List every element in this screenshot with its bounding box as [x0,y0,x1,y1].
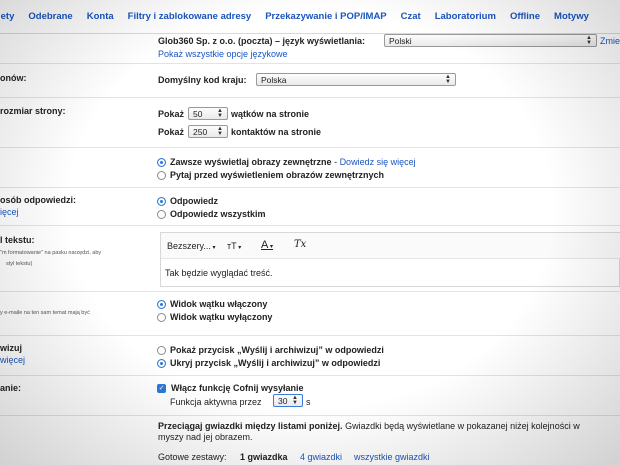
send-archive-row: wizuj więcej Pokaż przycisk „Wyślij i ar… [0,336,620,376]
stars-presets-label: Gotowe zestawy: [158,452,227,462]
language-label: Glob360 Sp. z o.o. (poczta) – język wyśw… [158,36,366,46]
undo-send-period-select[interactable]: 30 ▲ ▼ [273,394,303,407]
format-toolbar: Bezszery... ▾ тT ▾ A ▾ Tx [161,233,620,259]
stars-description-rest: Gwiazdki będą wyświetlane w pokazanej ni… [345,421,580,431]
preset-all-stars[interactable]: wszystkie gwiazdki [354,452,430,462]
show-send-archive-label: Pokaż przycisk „Wyślij i archiwizuj” w o… [170,345,384,355]
text-style-hint-1: "m formatowanie" na pasku narzędzi, aby [0,250,102,256]
tab-chat[interactable]: Czat [401,11,421,22]
conversation-hint: y e-maile na ten sam temat mają być [0,310,90,316]
threads-per-page-select[interactable]: 50 ▲ ▼ [188,107,228,120]
settings-tabs: iety Odebrane Konta Filtry i zablokowane… [0,0,620,34]
conversation-on-radio[interactable] [157,300,166,309]
language-row: Glob360 Sp. z o.o. (poczta) – język wyśw… [0,34,620,64]
dropdown-arrow-icon: ▾ [268,244,274,250]
all-language-options-link[interactable]: Pokaż wszystkie opcje językowe [158,49,288,59]
page-size-section-label: rozmiar strony: [0,106,66,116]
tab-offline[interactable]: Offline [510,11,540,22]
undo-send-row: anie: ✓ Włącz funkcję Cofnij wysyłanie F… [0,376,620,416]
tab-accounts[interactable]: Konta [87,11,114,22]
contacts-per-page-select[interactable]: 250 ▲ ▼ [188,125,228,138]
send-archive-learn-more-link[interactable]: więcej [0,355,25,365]
threads-per-page-text: wątków na stronie [231,109,310,119]
undo-send-section-label: anie: [0,383,22,393]
stars-description: Przeciągaj gwiazdki między listami poniż… [158,421,580,431]
threads-show-label: Pokaż [158,109,185,119]
reply-all-radio[interactable] [157,210,166,219]
images-ask-label: Pytaj przed wyświetleniem obrazów zewnęt… [170,170,385,180]
images-always-line: Zawsze wyświetlaj obrazy zewnętrzne - Do… [170,157,416,167]
language-change-link[interactable]: Zmie [600,36,620,46]
images-learn-more-link[interactable]: Dowiedz się więcej [340,157,416,167]
country-code-label: Domyślny kod kraju: [158,75,247,85]
tab-0[interactable]: iety [0,11,14,22]
text-style-section-label: l tekstu: [0,235,35,245]
show-send-archive-radio[interactable] [157,346,166,355]
images-row: Zawsze wyświetlaj obrazy zewnętrzne - Do… [0,148,620,188]
text-style-editor: Bezszery... ▾ тT ▾ A ▾ Tx Tak będzie wyg… [160,232,620,287]
hide-send-archive-radio[interactable] [157,359,166,368]
undo-send-period-value: 30 [278,395,288,406]
dropdown-arrow-icon: ▾ [210,245,216,251]
select-arrows-icon: ▲ ▼ [292,394,298,406]
undo-send-label: Włącz funkcję Cofnij wysyłanie [171,383,304,393]
images-always-label: Zawsze wyświetlaj obrazy zewnętrzne [170,157,332,167]
conversation-row: y e-maile na ten sam temat mają być Wido… [0,292,620,336]
contacts-per-page-text: kontaktów na stronie [231,127,322,137]
font-family-dropdown[interactable]: Bezszery... ▾ [167,241,216,251]
select-arrows-icon: ▲ ▼ [445,73,451,85]
country-code-selected: Polska [261,74,287,85]
font-size-icon: тT [227,241,237,251]
undo-send-checkbox[interactable]: ✓ [157,384,166,393]
tab-themes[interactable]: Motywy [554,11,589,22]
language-selected: Polski [389,35,412,46]
stars-row: Przeciągaj gwiazdki między listami poniż… [0,416,620,465]
images-separator: - [331,157,340,167]
font-size-dropdown[interactable]: тT ▾ [227,241,241,251]
reply-section-label: osób odpowiedzi: [0,195,76,205]
images-always-radio[interactable] [157,158,166,167]
reply-all-label: Odpowiedz wszystkim [170,209,266,219]
country-code-select[interactable]: Polska ▲ ▼ [256,73,456,86]
page-size-row: rozmiar strony: Pokaż 50 ▲ ▼ wątków na st… [0,98,620,148]
reply-label: Odpowiedz [170,196,218,206]
reply-row: osób odpowiedzi: ięcej Odpowiedz Odpowie… [0,188,620,226]
tab-forwarding[interactable]: Przekazywanie i POP/IMAP [265,11,386,22]
phone-row: onów: Domyślny kod kraju: Polska ▲ ▼ [0,64,620,98]
font-family-value: Bezszery... [167,241,211,251]
text-color-button[interactable]: A ▾ [261,239,273,251]
stars-description-line2: myszy nad jej obrazem. [158,432,253,442]
preset-4-stars[interactable]: 4 gwiazdki [300,452,342,462]
phone-section-label: onów: [0,73,27,83]
stars-description-bold: Przeciągaj gwiazdki między listami poniż… [158,421,343,431]
tab-filters[interactable]: Filtry i zablokowane adresy [128,11,252,22]
conversation-off-radio[interactable] [157,313,166,322]
dropdown-arrow-icon: ▾ [236,245,242,251]
tab-inbox[interactable]: Odebrane [28,11,72,22]
images-ask-radio[interactable] [157,171,166,180]
select-arrows-icon: ▲ ▼ [217,107,223,119]
select-arrows-icon: ▲ ▼ [217,125,223,137]
tab-labs[interactable]: Laboratorium [435,11,496,22]
contacts-per-page-value: 250 [193,126,208,137]
threads-per-page-value: 50 [193,108,203,119]
reply-learn-more-link[interactable]: ięcej [0,207,19,217]
text-style-hint-2: styl tekstu) [6,261,33,267]
select-arrows-icon: ▲ ▼ [586,34,592,46]
text-style-preview: Tak będzie wyglądać treść. [165,268,273,278]
conversation-off-label: Widok wątku wyłączony [170,312,273,322]
send-archive-section-label: wizuj [0,343,22,353]
language-select[interactable]: Polski ▲ ▼ [384,34,597,47]
contacts-show-label: Pokaż [158,127,185,137]
conversation-on-label: Widok wątku włączony [170,299,268,309]
undo-send-period-label: Funkcja aktywna przez [170,397,262,407]
hide-send-archive-label: Ukryj przycisk „Wyślij i archiwizuj” w o… [170,358,381,368]
preset-1-star[interactable]: 1 gwiazdka [240,452,288,462]
reply-radio[interactable] [157,197,166,206]
checkmark-icon: ✓ [158,385,165,392]
undo-send-unit: s [306,397,311,407]
remove-formatting-icon[interactable]: Tx [294,239,306,250]
